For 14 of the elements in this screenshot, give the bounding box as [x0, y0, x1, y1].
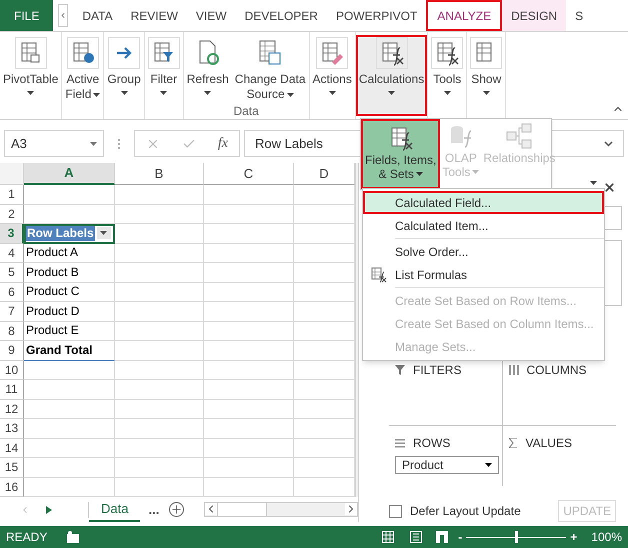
- table-cell: Grand Total: [24, 341, 115, 360]
- table-cell: Product B: [24, 263, 115, 282]
- table-cell: Product E: [24, 322, 115, 341]
- table-cell: Product C: [24, 282, 115, 302]
- table-cell: Product A: [24, 244, 115, 263]
- table-cell: Product D: [24, 302, 115, 322]
- area-label: ROWS: [413, 435, 450, 452]
- area-label: COLUMNS: [526, 362, 587, 379]
- table-cell: Row Labels: [24, 224, 115, 244]
- area-label: FILTERS: [413, 362, 462, 379]
- checkbox-label: Defer Layout Update: [410, 503, 521, 520]
- group-label: Data: [233, 105, 259, 119]
- status-text: READY: [6, 529, 48, 546]
- area-label: VALUES: [526, 435, 572, 452]
